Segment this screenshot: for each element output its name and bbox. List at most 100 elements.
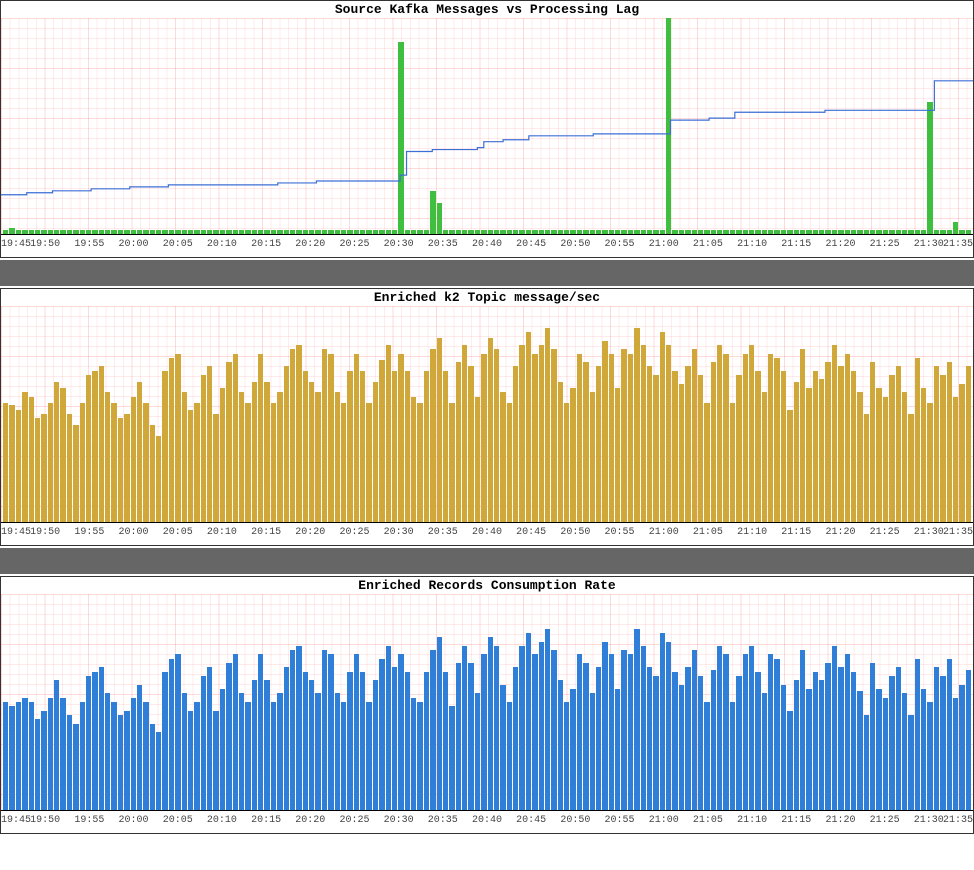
bar[interactable] [902,693,907,810]
bar[interactable] [379,659,384,810]
bar[interactable] [641,345,646,522]
bar[interactable] [73,724,78,810]
bar[interactable] [162,672,167,810]
bar[interactable] [80,702,85,810]
bar[interactable] [449,403,454,522]
bar[interactable] [411,698,416,810]
bar[interactable] [615,388,620,522]
bar[interactable] [564,403,569,522]
bar[interactable] [417,403,422,522]
bar[interactable] [156,732,161,810]
bar[interactable] [934,366,939,522]
bar[interactable] [806,689,811,810]
bar[interactable] [201,676,206,810]
bar[interactable] [354,654,359,810]
plot-area[interactable] [1,18,973,234]
bar[interactable] [800,650,805,810]
bar[interactable] [583,663,588,810]
bar[interactable] [825,362,830,522]
bar[interactable] [685,366,690,522]
bar[interactable] [309,680,314,810]
bar[interactable] [322,349,327,522]
bar[interactable] [768,654,773,810]
bar[interactable] [405,672,410,810]
bar[interactable] [258,354,263,522]
bar[interactable] [481,654,486,810]
bar[interactable] [150,724,155,810]
plot-area[interactable] [1,594,973,810]
bar[interactable] [405,371,410,522]
bar[interactable] [551,650,556,810]
bar[interactable] [303,672,308,810]
bar[interactable] [29,397,34,522]
bar[interactable] [182,693,187,810]
bar[interactable] [666,345,671,522]
bar[interactable] [806,388,811,522]
bar[interactable] [194,702,199,810]
bar[interactable] [322,650,327,810]
bar[interactable] [233,654,238,810]
bar[interactable] [723,654,728,810]
bar[interactable] [590,392,595,522]
bar[interactable] [169,659,174,810]
bar[interactable] [590,693,595,810]
bar[interactable] [660,633,665,810]
bar[interactable] [647,366,652,522]
bar[interactable] [711,670,716,810]
bar[interactable] [347,371,352,522]
bar[interactable] [519,345,524,522]
bar[interactable] [398,654,403,810]
bar[interactable] [315,392,320,522]
bar[interactable] [341,702,346,810]
bar[interactable] [927,702,932,810]
bar[interactable] [437,338,442,522]
bar[interactable] [621,650,626,810]
bar[interactable] [494,349,499,522]
bar[interactable] [430,191,435,234]
bar[interactable] [883,397,888,522]
bar[interactable] [845,354,850,522]
bar[interactable] [940,676,945,810]
bar[interactable] [781,371,786,522]
bar[interactable] [105,392,110,522]
bar[interactable] [921,689,926,810]
bar[interactable] [194,403,199,522]
bar[interactable] [213,711,218,810]
bar[interactable] [730,403,735,522]
bar[interactable] [749,646,754,810]
bar[interactable] [137,382,142,522]
bar[interactable] [252,382,257,522]
bar[interactable] [462,646,467,810]
bar[interactable] [398,354,403,522]
bar[interactable] [883,698,888,810]
bar[interactable] [889,375,894,522]
bar[interactable] [794,382,799,522]
bar[interactable] [143,702,148,810]
bar[interactable] [507,702,512,810]
bar[interactable] [513,366,518,522]
bar[interactable] [723,354,728,522]
bar[interactable] [245,702,250,810]
bar[interactable] [736,375,741,522]
bar[interactable] [692,650,697,810]
plot-area[interactable] [1,306,973,522]
bar[interactable] [220,689,225,810]
bar[interactable] [67,715,72,810]
bar[interactable] [468,366,473,522]
bar[interactable] [959,384,964,522]
bar[interactable] [908,414,913,522]
bar[interactable] [819,680,824,810]
bar[interactable] [392,371,397,522]
bar[interactable] [226,663,231,810]
bar[interactable] [284,366,289,522]
bar[interactable] [513,667,518,810]
bar[interactable] [551,349,556,522]
bar[interactable] [99,667,104,810]
bar[interactable] [80,403,85,522]
bar[interactable] [201,375,206,522]
bar[interactable] [143,403,148,522]
bar[interactable] [162,371,167,522]
bar[interactable] [411,397,416,522]
bar[interactable] [851,672,856,810]
bar[interactable] [443,672,448,810]
